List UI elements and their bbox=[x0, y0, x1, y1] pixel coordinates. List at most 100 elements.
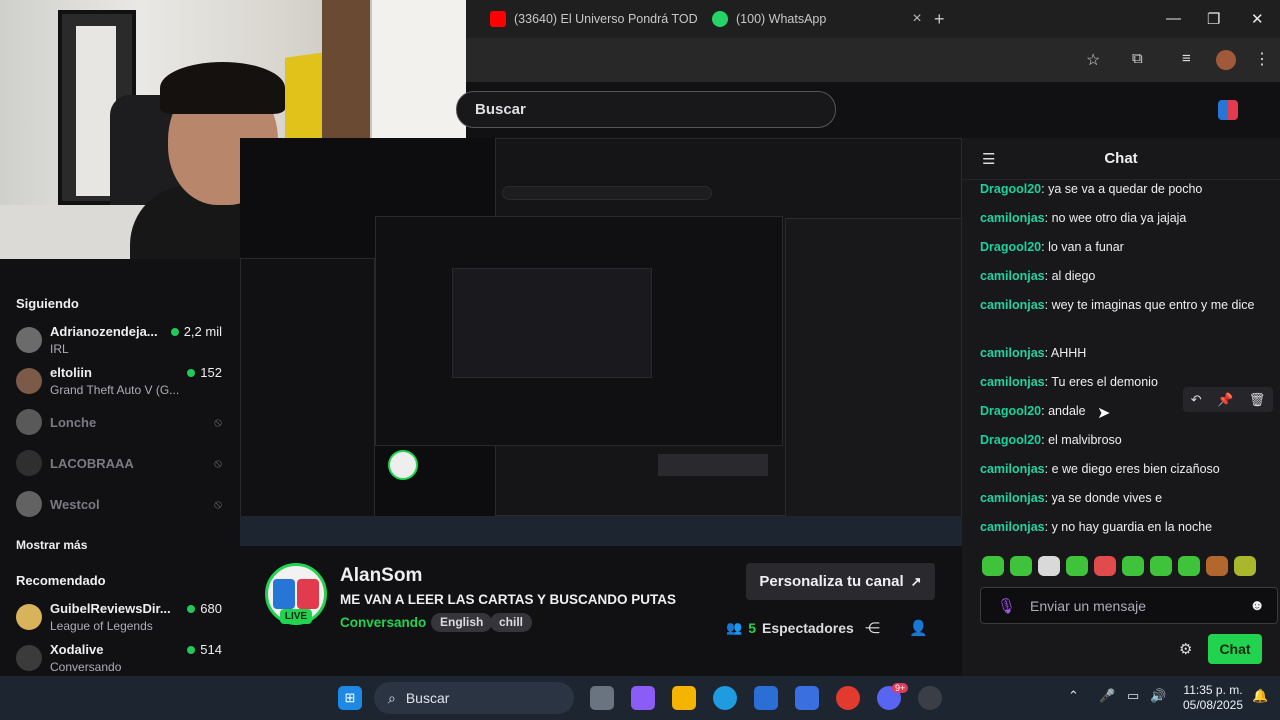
clock[interactable]: 11:35 p. m. 05/08/2025 bbox=[1176, 683, 1250, 713]
chat-message[interactable]: camilonjas: ya se donde vives e bbox=[980, 489, 1270, 509]
notifications-icon[interactable]: 🔔 bbox=[1252, 688, 1268, 704]
minimize-icon[interactable]: — bbox=[1166, 10, 1181, 27]
sidebar-channel[interactable]: Lonche ⦸ bbox=[16, 403, 230, 443]
channel-category: IRL bbox=[50, 342, 69, 356]
sidebar: Siguiendo Adrianozendeja... IRL 2,2 mil … bbox=[0, 259, 240, 676]
video-nested-search bbox=[502, 186, 712, 200]
extensions-icon[interactable]: ⧉ bbox=[1132, 50, 1143, 67]
emote-icon[interactable] bbox=[1122, 556, 1144, 576]
bookmark-star-icon[interactable]: ☆ bbox=[1086, 50, 1100, 70]
notification-badge: 9+ bbox=[892, 683, 909, 693]
clock-time: 11:35 p. m. bbox=[1183, 683, 1243, 697]
avatar bbox=[16, 645, 42, 671]
file-explorer-icon[interactable] bbox=[672, 686, 696, 710]
emote-icon[interactable] bbox=[982, 556, 1004, 576]
emote-icon[interactable] bbox=[1010, 556, 1032, 576]
customize-channel-button[interactable]: Personaliza tu canal ↗ bbox=[746, 563, 935, 600]
chat-message[interactable]: camilonjas: no wee otro dia ya jajaja bbox=[980, 209, 1270, 229]
app-icon[interactable] bbox=[795, 686, 819, 710]
live-dot-icon bbox=[170, 327, 179, 336]
channel-name: GuibelReviewsDir... bbox=[50, 601, 170, 616]
chat-message[interactable]: Dragool20: ya se va a quedar de pocho bbox=[980, 180, 1270, 200]
microphone-icon[interactable]: 🎙 bbox=[997, 597, 1016, 615]
video-nested-avatar bbox=[388, 450, 418, 480]
viewer-count: 152 bbox=[187, 365, 222, 380]
user-avatar-icon[interactable] bbox=[1218, 100, 1238, 120]
store-icon[interactable] bbox=[754, 686, 778, 710]
sidebar-channel[interactable]: GuibelReviewsDir... League of Legends 68… bbox=[16, 598, 230, 638]
sidebar-channel[interactable]: eltoliin Grand Theft Auto V (G... 152 bbox=[16, 362, 230, 402]
search-input[interactable]: Buscar bbox=[456, 91, 836, 128]
chat-title: Chat bbox=[1104, 150, 1138, 167]
chat-message[interactable]: camilonjas: wey te imaginas que entro y … bbox=[980, 296, 1270, 316]
video-nested-chat bbox=[785, 218, 962, 518]
sidebar-channel[interactable]: Adrianozendeja... IRL 2,2 mil bbox=[16, 321, 230, 361]
address-bar[interactable]: ☆ ⧉ ≡ ⋮ bbox=[466, 38, 1280, 82]
emote-icon[interactable] bbox=[1206, 556, 1228, 576]
streamer-name[interactable]: AlanSom bbox=[340, 565, 422, 587]
viewer-label: Espectadores bbox=[761, 620, 854, 636]
clock-date: 05/08/2025 bbox=[1182, 698, 1244, 712]
emote-icon[interactable] bbox=[1150, 556, 1172, 576]
sidebar-channel[interactable]: Xodalive Conversando 514 bbox=[16, 639, 230, 679]
emoji-icon[interactable]: ☻ bbox=[1249, 597, 1265, 614]
chat-message[interactable]: camilonjas: y no hay guardia en la noche bbox=[980, 518, 1270, 538]
stream-category[interactable]: Conversando bbox=[340, 615, 426, 630]
profile-avatar[interactable] bbox=[1216, 50, 1236, 70]
sidebar-channel[interactable]: Westcol ⦸ bbox=[16, 485, 230, 525]
follow-user-icon[interactable]: 👤 bbox=[909, 619, 928, 637]
viewer-count: 2,2 mil bbox=[170, 324, 222, 339]
chat-message[interactable]: camilonjas: al diego bbox=[980, 267, 1270, 287]
tab-whatsapp[interactable]: (100) WhatsApp × bbox=[712, 6, 922, 32]
tab-youtube[interactable]: (33640) El Universo Pondrá TOD × bbox=[490, 6, 723, 32]
media-control-icon[interactable]: ≡ bbox=[1182, 50, 1191, 67]
webcam-person-hair bbox=[160, 62, 285, 114]
show-more-link[interactable]: Mostrar más bbox=[16, 538, 87, 552]
channel-name: Adrianozendeja... bbox=[50, 324, 158, 339]
reply-icon[interactable]: ↶ bbox=[1191, 392, 1202, 408]
chat-message[interactable]: camilonjas: AHHH bbox=[980, 344, 1270, 364]
channel-name: Xodalive bbox=[50, 642, 104, 657]
emote-icon[interactable] bbox=[1066, 556, 1088, 576]
start-windows-icon[interactable]: ⊞ bbox=[338, 686, 362, 710]
microphone-icon[interactable]: 🎤 bbox=[1099, 688, 1115, 704]
viewers-icon: 👥 bbox=[726, 620, 743, 635]
copilot-icon[interactable] bbox=[631, 686, 655, 710]
app-icon[interactable] bbox=[918, 686, 942, 710]
new-tab-button[interactable]: + bbox=[934, 6, 945, 32]
sidebar-channel[interactable]: LACOBRAAA ⦸ bbox=[16, 444, 230, 484]
emote-icon[interactable] bbox=[1038, 556, 1060, 576]
stream-title: ME VAN A LEER LAS CARTAS Y BUSCANDO PUTA… bbox=[340, 592, 677, 607]
chat-message[interactable]: Dragool20: el malvibroso bbox=[980, 431, 1270, 451]
volume-icon[interactable]: 🔊 bbox=[1150, 688, 1166, 704]
network-icon[interactable]: ▭ bbox=[1127, 688, 1139, 704]
maximize-icon[interactable]: ❐ bbox=[1207, 10, 1220, 28]
task-view-icon[interactable] bbox=[590, 686, 614, 710]
close-window-icon[interactable]: ✕ bbox=[1251, 10, 1264, 28]
following-title: Siguiendo bbox=[16, 296, 79, 311]
pin-icon[interactable]: 📌 bbox=[1217, 392, 1233, 408]
chevron-up-icon[interactable]: ⌃ bbox=[1068, 688, 1079, 704]
chat-header: ☰ Chat bbox=[962, 138, 1280, 180]
chat-message[interactable]: camilonjas: e we diego eres bien cizaños… bbox=[980, 460, 1270, 480]
emote-icon[interactable] bbox=[1234, 556, 1256, 576]
video-nested-taskbar bbox=[240, 516, 962, 546]
chat-input[interactable]: 🎙 Enviar un mensaje ☻ bbox=[980, 587, 1278, 624]
chat-settings-gear-icon[interactable]: ⚙ bbox=[1179, 640, 1192, 658]
tag-chill[interactable]: chill bbox=[490, 613, 533, 632]
video-player[interactable] bbox=[240, 138, 962, 546]
emote-icon[interactable] bbox=[1094, 556, 1116, 576]
chat-message[interactable]: Dragool20: lo van a funar bbox=[980, 238, 1270, 258]
share-icon[interactable]: ⋲ bbox=[865, 619, 880, 637]
viewer-count: 514 bbox=[187, 642, 222, 657]
chrome-icon[interactable] bbox=[836, 686, 860, 710]
close-tab-icon[interactable]: × bbox=[912, 10, 921, 28]
emote-icon[interactable] bbox=[1178, 556, 1200, 576]
chat-send-button[interactable]: Chat bbox=[1208, 634, 1262, 664]
tag-english[interactable]: English bbox=[431, 613, 493, 632]
edge-icon[interactable] bbox=[713, 686, 737, 710]
browser-menu-icon[interactable]: ⋮ bbox=[1254, 49, 1270, 69]
delete-icon[interactable]: 🗑 bbox=[1249, 392, 1266, 408]
taskbar-search[interactable]: ⌕ Buscar bbox=[374, 682, 574, 714]
emote-bar bbox=[982, 556, 1262, 578]
